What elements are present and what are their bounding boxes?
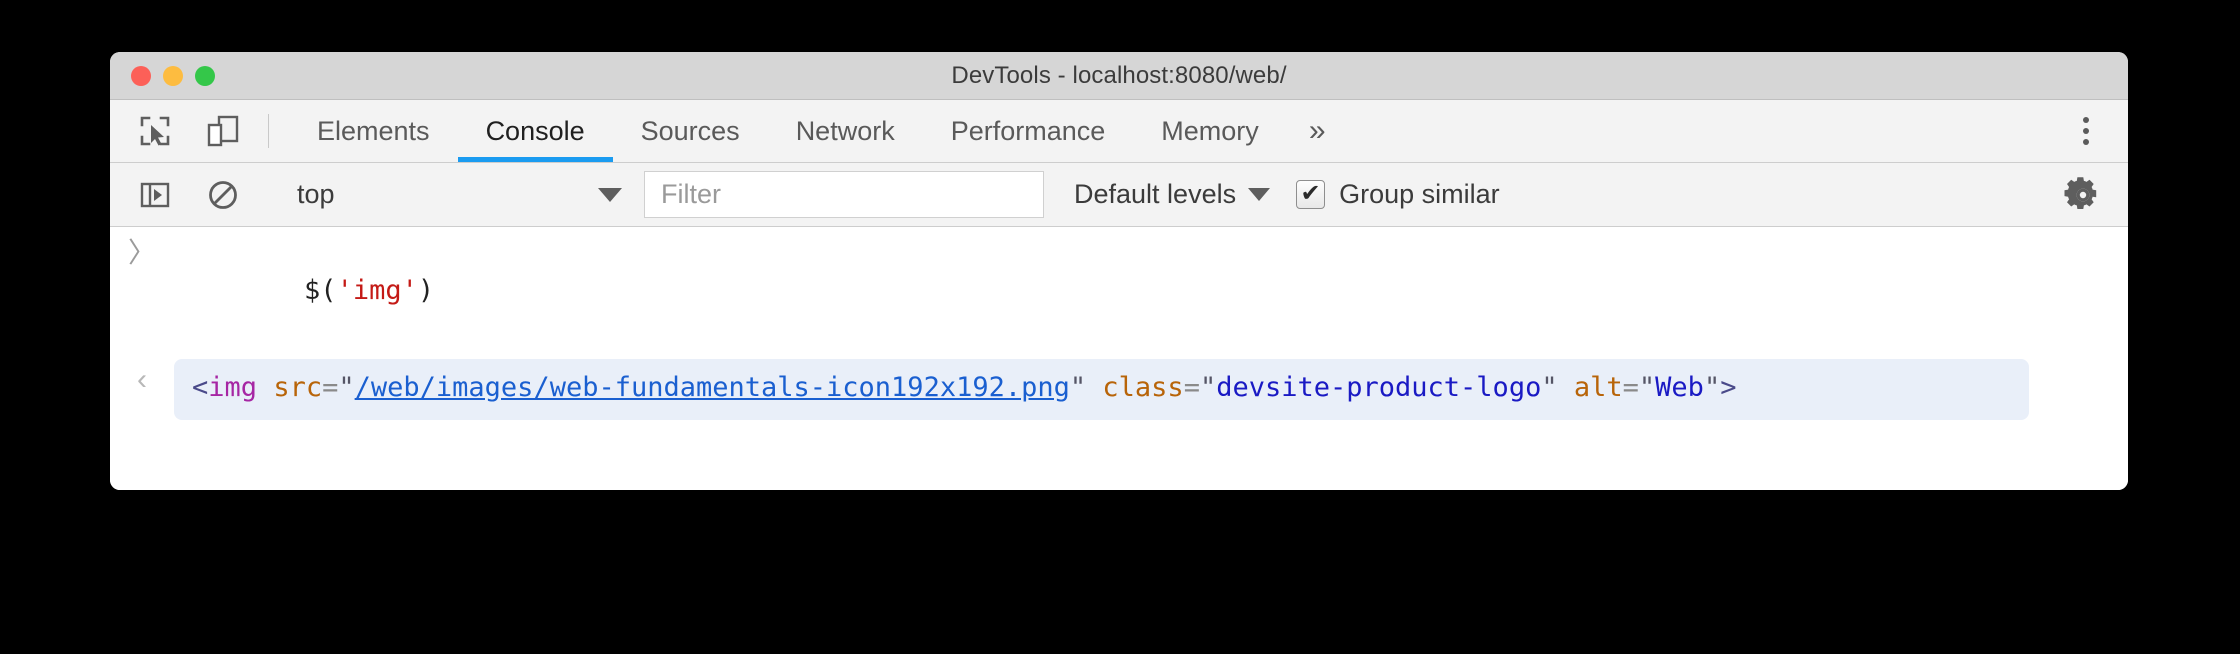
execution-context-select[interactable]: top [289, 172, 634, 218]
tab-label: Console [485, 115, 585, 146]
code-token: > [1720, 371, 1737, 403]
code-token-tagname: img [208, 371, 258, 403]
code-token-attr: src [273, 371, 323, 403]
device-toolbar-icon[interactable] [200, 108, 246, 154]
console-message-list[interactable]: 〉 $('img') ‹ <img src="/web/images/web-f… [110, 227, 2128, 490]
code-token: ) [417, 275, 435, 307]
code-token: < [192, 371, 209, 403]
log-levels-select[interactable]: Default levels [1074, 179, 1271, 210]
tablist: Elements Console Sources Network Perform… [289, 100, 2027, 162]
inspect-element-icon[interactable] [132, 108, 178, 154]
code-token: " [1638, 371, 1656, 403]
settings-gear-icon[interactable] [2060, 172, 2106, 218]
code-token: = [1622, 371, 1639, 403]
group-similar-label: Group similar [1339, 179, 1500, 209]
kebab-dot [2083, 117, 2089, 123]
devtools-window: DevTools - localhost:8080/web/ Elements [110, 52, 2128, 490]
console-sidebar-toggle-icon[interactable] [132, 172, 178, 218]
clear-console-icon[interactable] [200, 172, 246, 218]
message-gutter: ‹ [110, 359, 174, 395]
kebab-menu-icon[interactable] [2060, 105, 2112, 157]
code-token: = [322, 371, 339, 403]
console-filter-input[interactable] [659, 178, 1029, 211]
code-token-string: 'img' [336, 275, 418, 307]
tab-sources[interactable]: Sources [613, 100, 768, 162]
checkmark-icon: ✔ [1300, 179, 1321, 207]
kebab-dot [2083, 128, 2089, 134]
maximize-window-button[interactable] [195, 65, 215, 86]
traffic-lights [131, 52, 215, 99]
tabbar-tool-icons [110, 100, 246, 162]
tabbar-right-group [2027, 100, 2128, 162]
code-token-attr: class [1102, 371, 1184, 403]
console-result-bubble[interactable]: <img src="/web/images/web-fundamentals-i… [174, 358, 2029, 420]
code-token: $( [304, 275, 337, 307]
log-levels-label: Default levels [1074, 179, 1237, 209]
tab-network[interactable]: Network [768, 100, 923, 162]
resource-link[interactable]: /web/images/web-fundamentals-icon192x192… [355, 372, 1070, 403]
tab-performance[interactable]: Performance [923, 100, 1134, 162]
group-similar-toggle[interactable]: ✔ Group similar [1296, 179, 1500, 210]
tabbar-divider [268, 114, 269, 148]
group-similar-checkbox[interactable]: ✔ [1296, 179, 1326, 209]
code-token: " [1069, 371, 1087, 403]
message-gutter: 〉 [110, 233, 174, 267]
chevron-down-icon [598, 187, 622, 202]
tab-label: Network [795, 115, 895, 146]
console-result-message[interactable]: ‹ <img src="/web/images/web-fundamentals… [110, 358, 2128, 420]
chevron-down-icon [1248, 188, 1271, 201]
close-window-button[interactable] [131, 65, 151, 86]
console-filter-box[interactable] [644, 171, 1044, 218]
kebab-dot [2083, 139, 2089, 145]
code-token-value: devsite-product-logo [1216, 371, 1542, 403]
console-input-message[interactable]: 〉 $('img') [110, 233, 2128, 357]
window-titlebar: DevTools - localhost:8080/web/ [110, 52, 2128, 100]
devtools-tabbar: Elements Console Sources Network Perform… [110, 100, 2128, 163]
tab-label: Sources [640, 115, 740, 146]
console-toolbar: top Default levels ✔ Group similar [110, 163, 2128, 227]
result-arrow-icon: ‹ [137, 362, 147, 396]
tab-console[interactable]: Console [457, 100, 613, 162]
console-input-code: $('img') [174, 233, 434, 357]
tab-label: Elements [317, 115, 430, 146]
minimize-window-button[interactable] [163, 65, 183, 86]
execution-context-value: top [297, 179, 335, 209]
tab-elements[interactable]: Elements [289, 100, 458, 162]
console-toolbar-right [2060, 172, 2128, 218]
console-result-code: <img src="/web/images/web-fundamentals-i… [192, 369, 2011, 406]
code-token: " [1541, 371, 1558, 403]
prompt-chevron-icon: 〉 [127, 237, 156, 268]
code-token: " [1703, 371, 1721, 403]
more-tabs-label: » [1308, 114, 1326, 147]
more-tabs-chevron-icon[interactable]: » [1287, 100, 1348, 162]
code-token: " [1199, 371, 1217, 403]
code-token-attr: alt [1573, 371, 1623, 403]
tab-label: Memory [1161, 115, 1259, 146]
code-token-value: Web [1655, 371, 1704, 403]
tab-label: Performance [950, 115, 1106, 146]
tab-memory[interactable]: Memory [1133, 100, 1287, 162]
window-title: DevTools - localhost:8080/web/ [951, 61, 1287, 89]
code-token: " [338, 371, 355, 403]
code-token: = [1183, 371, 1200, 403]
